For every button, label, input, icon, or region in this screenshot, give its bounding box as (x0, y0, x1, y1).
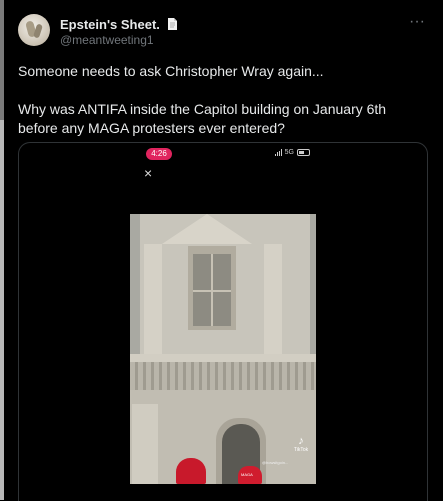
name-row: Epstein's Sheet. (60, 15, 179, 33)
status-network: 5G (284, 149, 294, 156)
phone-status-bar: 4:26 5G (146, 148, 322, 162)
pediment (162, 214, 252, 244)
tiktok-icon: ♪ (298, 435, 304, 447)
pilaster (264, 244, 282, 364)
video-frame[interactable]: MAGA ♪ TikTok @howsitgoin... (130, 214, 316, 484)
column (132, 404, 158, 484)
handle[interactable]: @meantweeting1 (60, 33, 154, 47)
tweet-line: Why was ANTIFA inside the Capitol buildi… (18, 101, 387, 136)
video-media[interactable]: 4:26 5G × MAGA ♪ TikTok @howsitgoin... (18, 142, 428, 501)
tiktok-handle: @howsitgoin... (262, 460, 289, 465)
cornice-dentils (130, 362, 316, 390)
pilaster (144, 244, 162, 364)
tweet-header: Epstein's Sheet. @meantweeting1 ··· (18, 13, 429, 50)
tweet-line: Someone needs to ask Christopher Wray ag… (18, 63, 324, 79)
window-edge-accent (0, 0, 4, 120)
red-hat (176, 458, 206, 484)
status-time: 4:26 (146, 148, 172, 160)
more-icon[interactable]: ··· (407, 13, 427, 30)
tweet-text: Someone needs to ask Christopher Wray ag… (18, 62, 418, 138)
hat-text: MAGA (241, 472, 253, 477)
display-name[interactable]: Epstein's Sheet. (60, 17, 160, 32)
tiktok-label: TikTok (293, 447, 309, 453)
document-emoji-icon (165, 17, 179, 31)
status-icons: 5G (274, 149, 310, 156)
signal-icon (274, 149, 282, 156)
window-mullion (193, 290, 231, 292)
battery-icon (297, 149, 310, 156)
close-icon[interactable]: × (144, 166, 152, 180)
tiktok-watermark: ♪ TikTok (290, 435, 312, 454)
avatar[interactable] (18, 14, 50, 46)
